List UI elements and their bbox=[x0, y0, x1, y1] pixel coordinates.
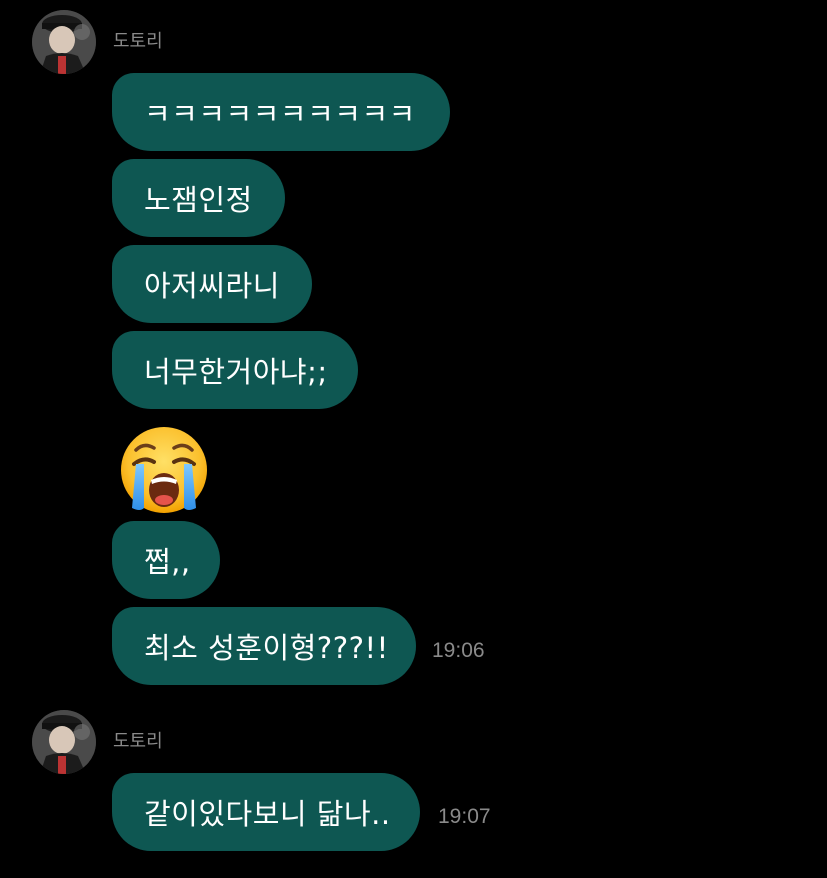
avatar[interactable] bbox=[32, 10, 96, 74]
loudly-crying-face-icon[interactable] bbox=[118, 424, 210, 516]
profile-photo-icon bbox=[32, 10, 96, 74]
message-bubble[interactable]: ㅋㅋㅋㅋㅋㅋㅋㅋㅋㅋ bbox=[112, 73, 450, 151]
message-bubble[interactable]: 너무한거아냐;; bbox=[112, 331, 358, 409]
profile-photo-icon bbox=[32, 710, 96, 774]
avatar[interactable] bbox=[32, 710, 96, 774]
message-timestamp: 19:07 bbox=[438, 805, 491, 828]
message-bubble[interactable]: 쩝,, bbox=[112, 521, 220, 599]
message-bubble[interactable]: 같이있다보니 닮나.. bbox=[112, 773, 420, 851]
sender-name: 도토리 bbox=[113, 731, 163, 752]
message-bubble[interactable]: 아저씨라니 bbox=[112, 245, 312, 323]
message-bubble[interactable]: 최소 성훈이형???!! bbox=[112, 607, 416, 685]
message-bubble[interactable]: 노잼인정 bbox=[112, 159, 285, 237]
sender-name: 도토리 bbox=[113, 31, 163, 52]
message-timestamp: 19:06 bbox=[432, 639, 485, 662]
